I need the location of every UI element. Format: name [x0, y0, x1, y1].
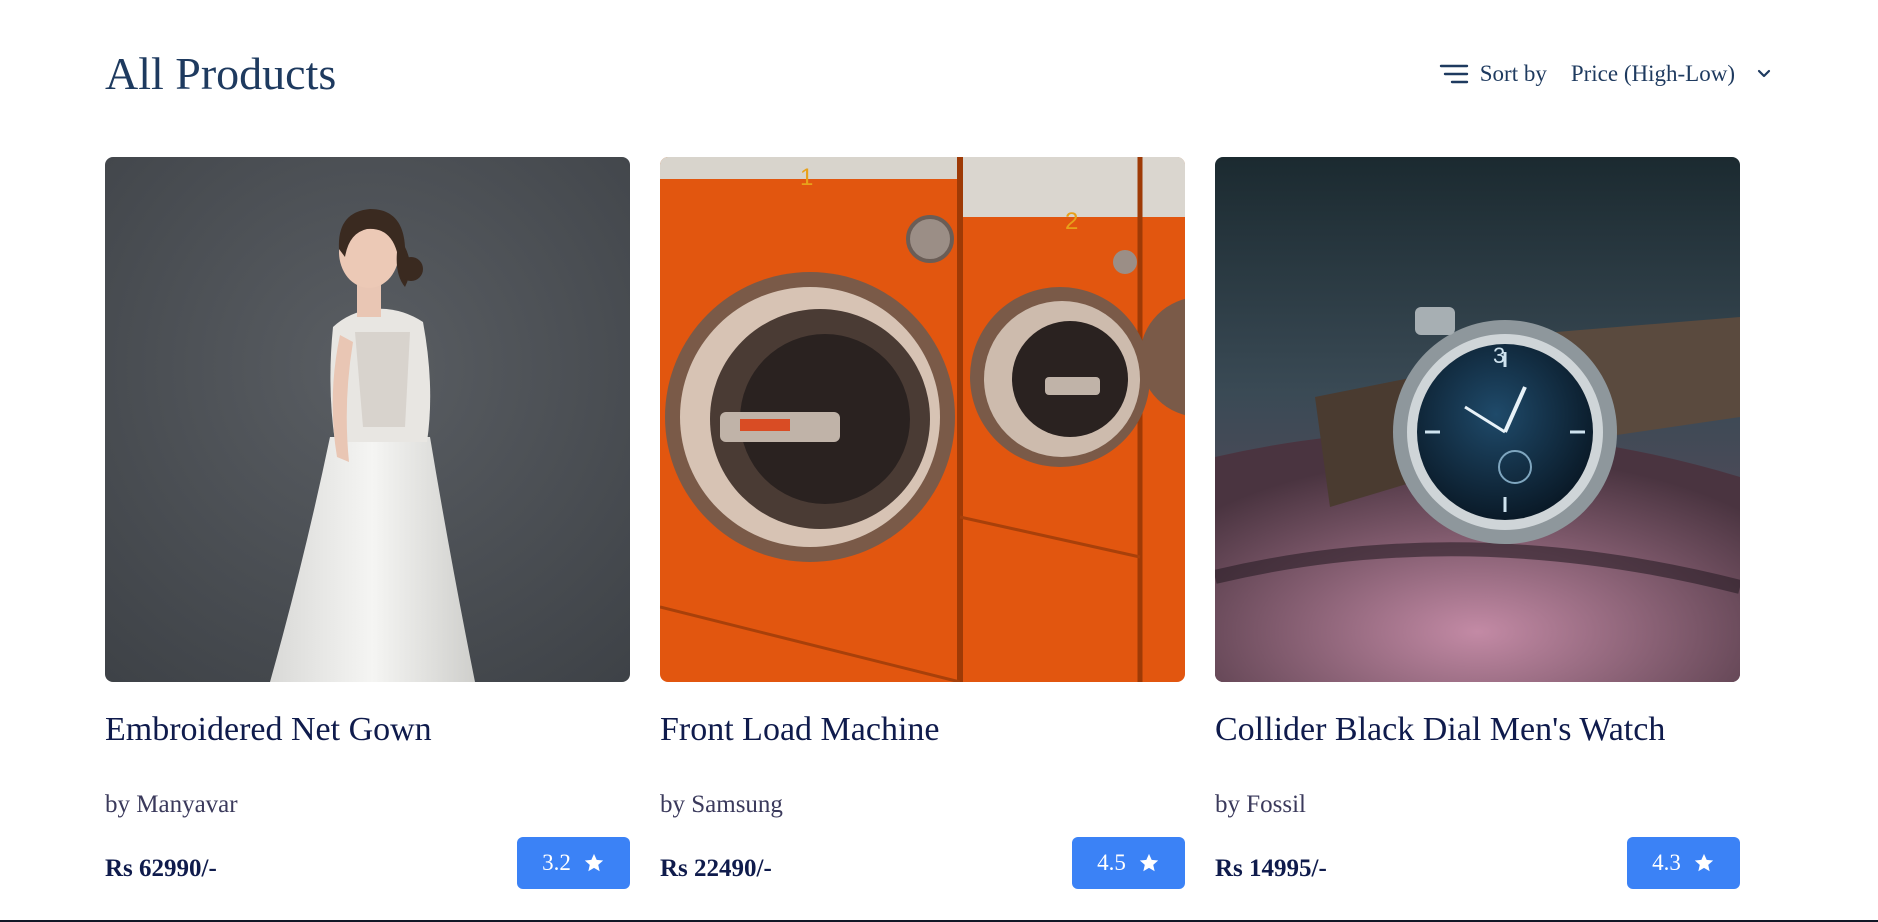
product-title[interactable]: Collider Black Dial Men's Watch — [1215, 711, 1665, 749]
washing-machines-image: 1 2 — [660, 157, 1185, 682]
product-brand: by Manyavar — [105, 791, 238, 818]
rating-value: 3.2 — [542, 850, 571, 875]
product-grid: Embroidered Net Gown by Manyavar Rs 6299… — [105, 157, 1740, 892]
rating-value: 4.5 — [1097, 850, 1126, 875]
chevron-down-icon[interactable] — [1755, 65, 1773, 83]
sort-dropdown[interactable]: Sort by Price (High-Low) — [1439, 56, 1773, 92]
rating-value: 4.3 — [1652, 850, 1681, 875]
product-card[interactable]: Embroidered Net Gown by Manyavar Rs 6299… — [105, 157, 630, 892]
rating-badge[interactable]: 3.2 — [517, 837, 630, 889]
star-icon — [584, 853, 604, 872]
svg-text:1: 1 — [800, 164, 813, 191]
product-brand: by Samsung — [660, 791, 783, 818]
product-image-watch[interactable]: 3 — [1215, 157, 1740, 682]
products-page: All Products Sort by Price (High-Low) Em… — [0, 0, 1878, 922]
svg-text:2: 2 — [1065, 208, 1078, 235]
watch-image: 3 — [1215, 157, 1740, 682]
product-card[interactable]: 3 Collider Black Dial Men's Watch by Fos… — [1215, 157, 1740, 892]
rating-badge[interactable]: 4.5 — [1072, 837, 1185, 889]
product-price: Rs 62990/- — [105, 855, 217, 882]
product-brand: by Fossil — [1215, 791, 1307, 818]
sort-selected-value[interactable]: Price (High-Low) — [1571, 61, 1735, 87]
star-icon — [1694, 853, 1714, 872]
sort-label: Sort by — [1479, 61, 1547, 86]
rating-badge[interactable]: 4.3 — [1627, 837, 1740, 889]
product-title[interactable]: Embroidered Net Gown — [105, 711, 432, 749]
product-card[interactable]: 1 2 Front Load Machine by Samsung Rs 224… — [660, 157, 1185, 892]
page-title: All Products — [105, 48, 337, 99]
product-price: Rs 14995/- — [1215, 855, 1327, 882]
product-price: Rs 22490/- — [660, 855, 772, 882]
product-image-washer[interactable]: 1 2 — [660, 157, 1185, 682]
sort-lines-icon — [1439, 64, 1468, 84]
bride-image — [105, 157, 630, 682]
product-image-gown[interactable] — [105, 157, 630, 682]
star-icon — [1139, 853, 1159, 872]
product-title[interactable]: Front Load Machine — [660, 711, 940, 749]
header: All Products Sort by Price (High-Low) — [105, 44, 1773, 104]
svg-text:3: 3 — [1493, 343, 1505, 368]
